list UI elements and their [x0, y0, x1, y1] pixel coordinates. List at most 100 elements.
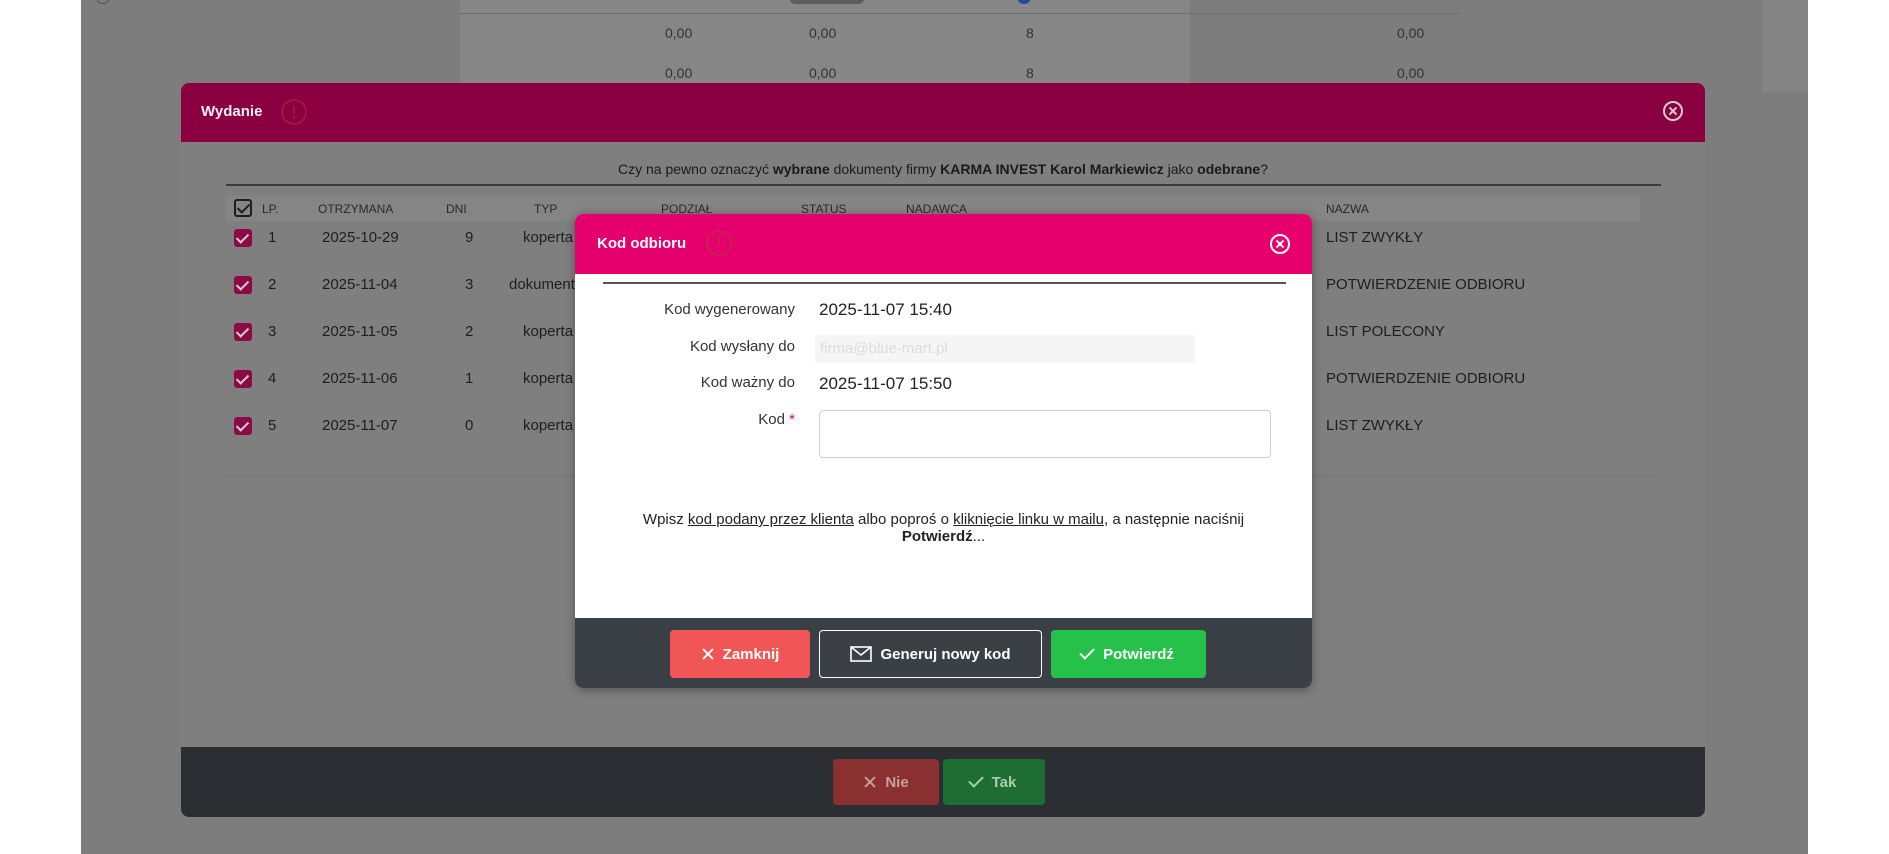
question-emphasis: wybrane: [772, 161, 830, 177]
background-cell: 0,00: [1397, 65, 1425, 81]
check-icon: [967, 772, 984, 788]
generate-new-code-button[interactable]: Generuj nowy kod: [819, 630, 1042, 678]
question-text: dokumenty firmy: [829, 161, 941, 177]
cell-lp: 1: [268, 229, 277, 246]
row-checkbox[interactable]: [234, 229, 252, 247]
divider: [603, 282, 1286, 284]
label-code-sent-to: Kod wysłany do: [689, 338, 795, 355]
cell-typ: koperta: [523, 417, 574, 434]
close-icon[interactable]: [1270, 234, 1290, 254]
nie-button-label: Nie: [885, 773, 909, 791]
tak-button[interactable]: Tak: [943, 759, 1045, 805]
cell-lp: 3: [268, 323, 277, 340]
question-emphasis: odebrane: [1197, 161, 1261, 177]
cell-date: 2025-11-05: [322, 323, 398, 340]
cell-dni: 0: [465, 417, 474, 434]
value-code-valid-until: 2025-11-07 15:50: [819, 374, 952, 393]
cell-lp: 4: [268, 370, 277, 387]
cell-date: 2025-11-07: [322, 417, 398, 434]
value-code-sent-to: firma@blue-mart.pl: [815, 335, 1195, 363]
wydanie-dialog-footer: Nie Tak: [181, 747, 1705, 817]
cell-date: 2025-10-29: [322, 229, 399, 246]
zamknij-button-label: Zamknij: [722, 645, 780, 663]
cell-typ: dokument: [509, 276, 575, 293]
nie-button[interactable]: Nie: [833, 759, 939, 805]
wydanie-dialog-title: Wydanie: [201, 103, 263, 120]
label-code: Kod *: [758, 411, 795, 428]
background-cell: 8: [1026, 65, 1034, 81]
background-row-separator: [460, 13, 1460, 14]
check-icon: [1079, 644, 1095, 660]
company-name: KARMA INVEST Karol Markiewicz: [940, 161, 1164, 177]
cell-date: 2025-11-06: [322, 370, 398, 387]
cell-typ: koperta: [523, 370, 574, 387]
zamknij-button[interactable]: Zamknij: [670, 630, 810, 678]
close-icon: [863, 775, 877, 789]
close-icon: [701, 647, 715, 661]
background-pill: [790, 0, 864, 4]
cell-typ: koperta: [523, 323, 574, 340]
background-cell: 0,00: [809, 65, 837, 81]
warning-icon: [706, 230, 732, 256]
column-header-typ[interactable]: TYP: [534, 202, 557, 216]
tak-button-label: Tak: [991, 773, 1017, 791]
wydanie-dialog-header: Wydanie: [181, 83, 1705, 142]
cell-dni: 9: [465, 229, 474, 246]
question-text: jako: [1163, 161, 1198, 177]
cell-dni: 2: [465, 323, 474, 340]
hint-emphasis: kliknięcie linku w mailu: [953, 511, 1104, 528]
kod-odbioru-dialog: Kod odbioru Kod wygenerowany 2025-11-07 …: [575, 214, 1312, 688]
cell-typ: koperta: [523, 229, 574, 246]
required-mark: *: [789, 411, 795, 428]
potwierdz-button[interactable]: Potwierdź: [1051, 630, 1206, 678]
cell-nazwa: POTWIERDZENIE ODBIORU: [1326, 370, 1526, 387]
row-checkbox[interactable]: [234, 370, 252, 388]
row-checkbox[interactable]: [234, 323, 252, 341]
hint-text: Wpisz: [642, 511, 688, 528]
column-header-nazwa[interactable]: NAZWA: [1326, 202, 1369, 216]
cell-nazwa: LIST ZWYKŁY: [1326, 229, 1424, 246]
cell-date: 2025-11-04: [322, 276, 398, 293]
background-cell: 0,00: [1397, 25, 1425, 41]
close-icon[interactable]: [1663, 101, 1683, 121]
value-code-generated: 2025-11-07 15:40: [819, 300, 952, 319]
background-row: 0,00 0,00 8 0,00: [460, 20, 1460, 46]
column-header-lp[interactable]: LP.: [262, 202, 278, 216]
hint-bold: Potwierdź: [901, 528, 973, 545]
background-cell: 0,00: [665, 65, 693, 81]
question-text: Czy na pewno oznaczyć: [618, 161, 773, 177]
hint-text: ...: [972, 528, 986, 545]
hint-text: albo poproś o: [853, 511, 954, 528]
confirmation-question: Czy na pewno oznaczyć wybrane dokumenty …: [181, 161, 1705, 177]
cell-dni: 1: [465, 370, 474, 387]
generate-button-label: Generuj nowy kod: [880, 645, 1011, 663]
background-right-strip: [1762, 0, 1808, 92]
cell-nazwa: LIST POLECONY: [1326, 323, 1445, 340]
question-text: ?: [1260, 161, 1268, 177]
background-cell: 0,00: [665, 25, 693, 41]
cell-lp: 2: [268, 276, 277, 293]
background-cell: 8: [1026, 25, 1034, 41]
cell-dni: 3: [465, 276, 474, 293]
row-checkbox[interactable]: [234, 276, 252, 294]
hint-text: , a następnie naciśnij: [1103, 511, 1245, 528]
label-code-generated: Kod wygenerowany: [664, 301, 795, 318]
background-radio-icon: [96, 0, 110, 4]
kod-dialog-footer: Zamknij Generuj nowy kod Potwierdź: [575, 618, 1312, 688]
cell-nazwa: LIST ZWYKŁY: [1326, 417, 1424, 434]
hint-emphasis: kod podany przez klienta: [687, 511, 854, 528]
divider: [226, 184, 1661, 186]
kod-dialog-title: Kod odbioru: [597, 235, 687, 252]
code-input[interactable]: [819, 410, 1271, 458]
label-code-valid-until: Kod ważny do: [700, 374, 795, 391]
row-checkbox[interactable]: [234, 417, 252, 435]
warning-icon: [281, 99, 307, 125]
background-cell: 0,00: [809, 25, 837, 41]
kod-dialog-header: Kod odbioru: [575, 214, 1312, 274]
cell-lp: 5: [268, 417, 277, 434]
cell-nazwa: POTWIERDZENIE ODBIORU: [1326, 276, 1526, 293]
column-header-otrzymana[interactable]: OTRZYMANA: [318, 202, 393, 216]
column-header-dni[interactable]: DNI: [446, 202, 467, 216]
potwierdz-button-label: Potwierdź: [1103, 645, 1174, 663]
envelope-icon: [850, 646, 873, 662]
